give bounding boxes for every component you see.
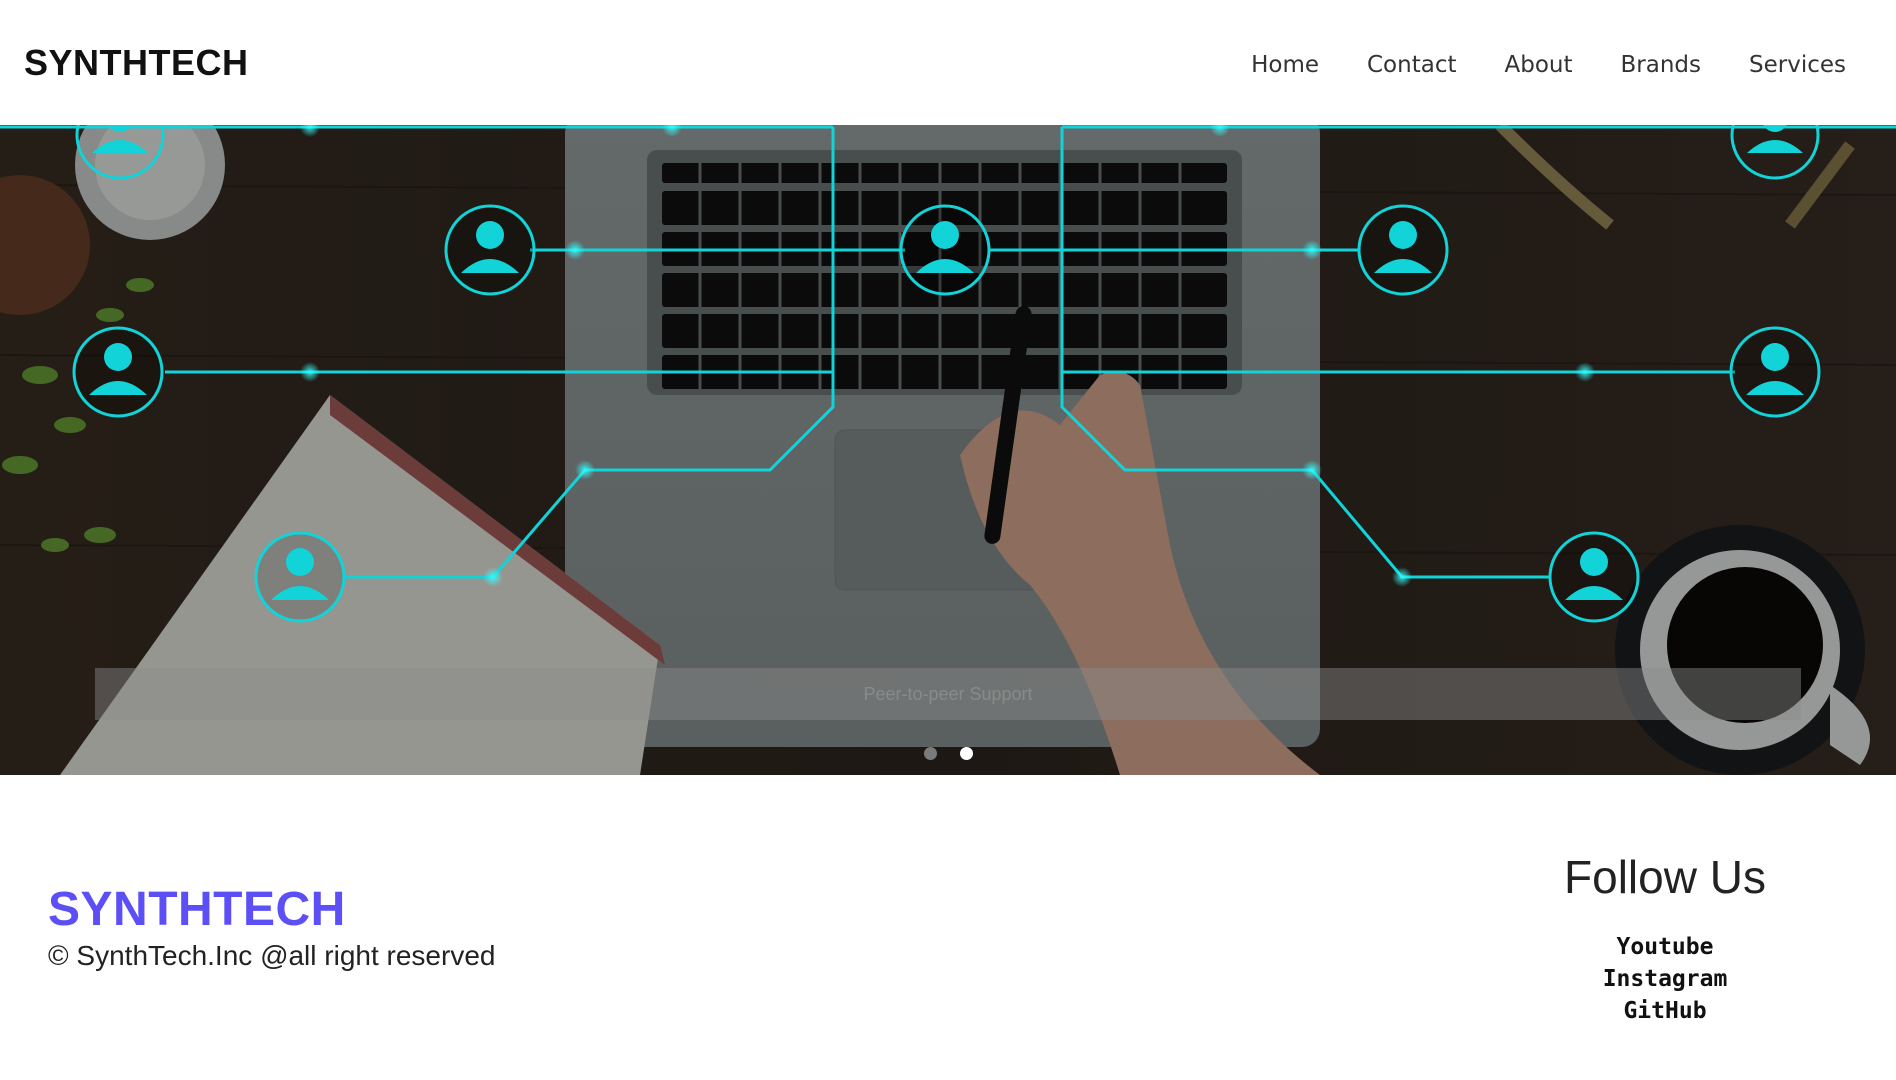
instagram-link[interactable]: Instagram [1515, 966, 1815, 992]
follow-us-heading: Follow Us [1564, 851, 1766, 903]
nav-services[interactable]: Services [1749, 52, 1846, 78]
footer-brand: SYNTHTECH [48, 883, 346, 936]
nav-brands[interactable]: Brands [1621, 52, 1702, 78]
youtube-link[interactable]: Youtube [1515, 934, 1815, 960]
main-nav: Home Contact About Brands Services [1251, 52, 1846, 78]
site-header: SYNTHTECH Home Contact About Brands Serv… [0, 0, 1896, 125]
social-links: Youtube Instagram GitHub [1515, 934, 1815, 1024]
nav-contact[interactable]: Contact [1367, 52, 1456, 78]
carousel-dot-2[interactable] [959, 747, 973, 760]
nav-about[interactable]: About [1504, 52, 1572, 78]
github-link[interactable]: GitHub [1515, 998, 1815, 1024]
carousel-indicators [0, 747, 1896, 760]
brand-logo[interactable]: SYNTHTECH [24, 42, 249, 84]
nav-home[interactable]: Home [1251, 52, 1319, 78]
carousel-caption: Peer-to-peer Support [95, 668, 1801, 720]
carousel-dot-1[interactable] [923, 747, 937, 760]
hero-carousel[interactable]: Peer-to-peer Support [0, 125, 1896, 775]
carousel-caption-text: Peer-to-peer Support [863, 683, 1033, 704]
copyright-text: © SynthTech.Inc @all right reserved [48, 940, 496, 971]
